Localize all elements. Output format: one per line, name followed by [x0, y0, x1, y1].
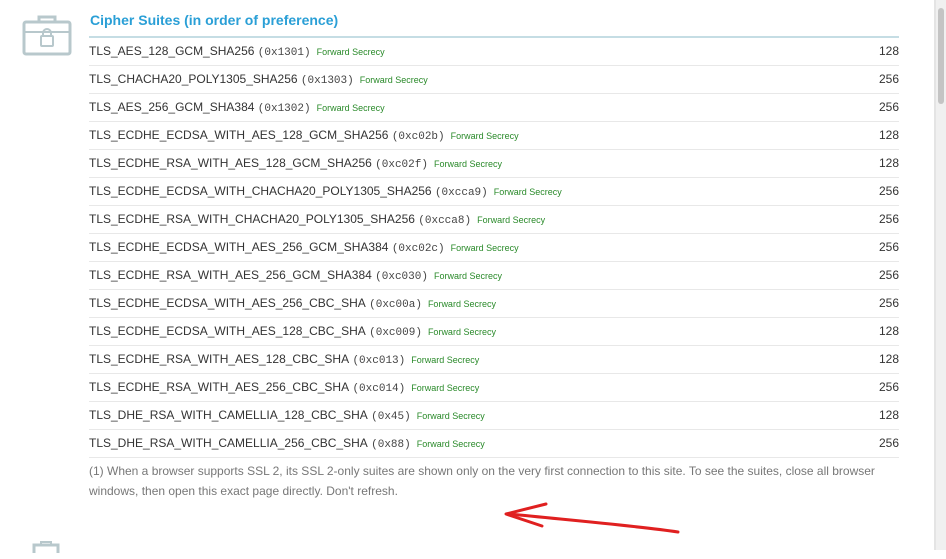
cipher-suite-name: TLS_ECDHE_ECDSA_WITH_CHACHA20_POLY1305_S… — [89, 184, 432, 198]
forward-secrecy-label: Forward Secrecy — [316, 103, 385, 113]
cipher-suite-info: TLS_DHE_RSA_WITH_CAMELLIA_256_CBC_SHA (0… — [89, 436, 485, 451]
forward-secrecy-label: Forward Secrecy — [416, 439, 485, 449]
cipher-suite-info: TLS_CHACHA20_POLY1305_SHA256 (0x1303) For… — [89, 72, 428, 87]
key-bits: 128 — [878, 44, 899, 58]
forward-secrecy-label: Forward Secrecy — [477, 215, 546, 225]
scrollbar-thumb[interactable] — [938, 8, 944, 104]
cipher-suite-name: TLS_ECDHE_ECDSA_WITH_AES_128_GCM_SHA256 — [89, 128, 389, 142]
key-bits: 256 — [878, 100, 899, 114]
cipher-suite-row: TLS_ECDHE_RSA_WITH_AES_128_CBC_SHA (0xc0… — [89, 346, 899, 374]
key-bits: 256 — [878, 184, 899, 198]
forward-secrecy-label: Forward Secrecy — [411, 355, 480, 365]
forward-secrecy-label: Forward Secrecy — [493, 187, 562, 197]
key-bits: 128 — [878, 352, 899, 366]
cipher-suite-list: TLS_AES_128_GCM_SHA256 (0x1301) Forward S… — [89, 38, 899, 458]
cipher-suite-code: (0xc030) — [375, 271, 428, 283]
cipher-suite-info: TLS_AES_256_GCM_SHA384 (0x1302) Forward S… — [89, 100, 385, 115]
cipher-suite-row: TLS_AES_128_GCM_SHA256 (0x1301) Forward S… — [89, 38, 899, 66]
cipher-suite-name: TLS_ECDHE_RSA_WITH_AES_256_GCM_SHA384 — [89, 268, 372, 282]
cipher-suite-info: TLS_ECDHE_ECDSA_WITH_AES_256_GCM_SHA384 … — [89, 240, 519, 255]
forward-secrecy-label: Forward Secrecy — [316, 47, 385, 57]
cipher-suite-info: TLS_ECDHE_RSA_WITH_AES_256_CBC_SHA (0xc0… — [89, 380, 479, 395]
cipher-suite-name: TLS_ECDHE_RSA_WITH_AES_128_CBC_SHA — [89, 352, 350, 366]
cipher-suite-info: TLS_ECDHE_RSA_WITH_AES_256_GCM_SHA384 (0… — [89, 268, 502, 283]
key-bits: 128 — [878, 128, 899, 142]
cipher-suite-code: (0x88) — [371, 439, 411, 451]
locked-briefcase-icon — [22, 15, 72, 56]
cipher-suite-code: (0xc00a) — [369, 299, 422, 311]
key-bits: 256 — [878, 296, 899, 310]
cipher-suite-info: TLS_DHE_RSA_WITH_CAMELLIA_128_CBC_SHA (0… — [89, 408, 485, 423]
cipher-suite-row: TLS_DHE_RSA_WITH_CAMELLIA_128_CBC_SHA (0… — [89, 402, 899, 430]
cipher-suite-row: TLS_ECDHE_RSA_WITH_AES_256_GCM_SHA384 (0… — [89, 262, 899, 290]
cipher-suite-code: (0x1303) — [300, 75, 354, 87]
cipher-suite-row: TLS_ECDHE_RSA_WITH_AES_256_CBC_SHA (0xc0… — [89, 374, 899, 402]
cipher-suite-name: TLS_DHE_RSA_WITH_CAMELLIA_256_CBC_SHA — [89, 436, 368, 450]
cipher-suite-info: TLS_AES_128_GCM_SHA256 (0x1301) Forward S… — [89, 44, 385, 59]
cipher-suite-code: (0xc009) — [369, 327, 422, 339]
cipher-suite-row: TLS_ECDHE_RSA_WITH_AES_128_GCM_SHA256 (0… — [89, 150, 899, 178]
cipher-suite-row: TLS_CHACHA20_POLY1305_SHA256 (0x1303) For… — [89, 66, 899, 94]
cipher-suite-row: TLS_ECDHE_ECDSA_WITH_CHACHA20_POLY1305_S… — [89, 178, 899, 206]
cipher-suite-code: (0xcca9) — [434, 187, 488, 199]
key-bits: 256 — [878, 380, 899, 394]
forward-secrecy-label: Forward Secrecy — [450, 243, 519, 253]
cipher-suite-code: (0xc014) — [352, 383, 406, 395]
footnote: (1) When a browser supports SSL 2, its S… — [89, 464, 875, 498]
cipher-suite-row: TLS_DHE_RSA_WITH_CAMELLIA_256_CBC_SHA (0… — [89, 430, 899, 458]
key-bits: 256 — [878, 72, 899, 86]
key-bits: 128 — [878, 324, 899, 338]
cipher-suite-row: TLS_ECDHE_ECDSA_WITH_AES_128_GCM_SHA256 … — [89, 122, 899, 150]
forward-secrecy-label: Forward Secrecy — [450, 131, 519, 141]
cipher-suite-row: TLS_ECDHE_ECDSA_WITH_AES_256_GCM_SHA384 … — [89, 234, 899, 262]
next-section-icon — [32, 541, 60, 553]
cipher-suite-info: TLS_ECDHE_ECDSA_WITH_AES_128_GCM_SHA256 … — [89, 128, 519, 143]
cipher-suite-row: TLS_ECDHE_ECDSA_WITH_AES_128_CBC_SHA (0x… — [89, 318, 899, 346]
cipher-suite-code: (0x1301) — [257, 47, 311, 59]
cipher-suite-info: TLS_ECDHE_RSA_WITH_CHACHA20_POLY1305_SHA… — [89, 212, 545, 227]
key-bits: 256 — [878, 268, 899, 282]
cipher-suite-name: TLS_AES_128_GCM_SHA256 — [89, 44, 255, 58]
cipher-suite-info: TLS_ECDHE_ECDSA_WITH_AES_128_CBC_SHA (0x… — [89, 324, 496, 339]
cipher-suite-code: (0xc02b) — [391, 131, 445, 143]
key-bits: 128 — [878, 408, 899, 422]
forward-secrecy-label: Forward Secrecy — [411, 383, 480, 393]
cipher-suite-info: TLS_ECDHE_RSA_WITH_AES_128_CBC_SHA (0xc0… — [89, 352, 479, 367]
key-bits: 256 — [878, 240, 899, 254]
cipher-suite-info: TLS_ECDHE_RSA_WITH_AES_128_GCM_SHA256 (0… — [89, 156, 502, 171]
next-section-title-clipped — [90, 543, 94, 559]
cipher-suite-code: (0xcca8) — [418, 215, 472, 227]
cipher-suite-name: TLS_ECDHE_ECDSA_WITH_AES_256_CBC_SHA — [89, 296, 366, 310]
cipher-suite-info: TLS_ECDHE_ECDSA_WITH_AES_256_CBC_SHA (0x… — [89, 296, 496, 311]
cipher-suite-name: TLS_ECDHE_ECDSA_WITH_AES_128_CBC_SHA — [89, 324, 366, 338]
forward-secrecy-label: Forward Secrecy — [433, 271, 502, 281]
key-bits: 128 — [878, 156, 899, 170]
cipher-suite-code: (0xc013) — [352, 355, 406, 367]
cipher-suite-code: (0xc02f) — [375, 159, 428, 171]
cipher-suite-info: TLS_ECDHE_ECDSA_WITH_CHACHA20_POLY1305_S… — [89, 184, 562, 199]
cipher-suites-panel: Cipher Suites (in order of preference) T… — [0, 0, 934, 553]
cipher-suite-row: TLS_ECDHE_RSA_WITH_CHACHA20_POLY1305_SHA… — [89, 206, 899, 234]
key-bits: 256 — [878, 212, 899, 226]
cipher-suite-name: TLS_AES_256_GCM_SHA384 — [89, 100, 255, 114]
forward-secrecy-label: Forward Secrecy — [433, 159, 502, 169]
forward-secrecy-label: Forward Secrecy — [359, 75, 428, 85]
cipher-suite-name: TLS_ECDHE_ECDSA_WITH_AES_256_GCM_SHA384 — [89, 240, 389, 254]
cipher-suite-name: TLS_ECDHE_RSA_WITH_AES_256_CBC_SHA — [89, 380, 350, 394]
forward-secrecy-label: Forward Secrecy — [427, 299, 496, 309]
key-bits: 256 — [878, 436, 899, 450]
cipher-suite-name: TLS_ECDHE_RSA_WITH_AES_128_GCM_SHA256 — [89, 156, 372, 170]
cipher-suite-name: TLS_ECDHE_RSA_WITH_CHACHA20_POLY1305_SHA… — [89, 212, 415, 226]
forward-secrecy-label: Forward Secrecy — [427, 327, 496, 337]
cipher-suite-name: TLS_DHE_RSA_WITH_CAMELLIA_128_CBC_SHA — [89, 408, 368, 422]
section-title: Cipher Suites (in order of preference) — [90, 12, 339, 28]
cipher-suite-row: TLS_AES_256_GCM_SHA384 (0x1302) Forward S… — [89, 94, 899, 122]
forward-secrecy-label: Forward Secrecy — [416, 411, 485, 421]
cipher-suite-code: (0xc02c) — [391, 243, 445, 255]
cipher-suite-row: TLS_ECDHE_ECDSA_WITH_AES_256_CBC_SHA (0x… — [89, 290, 899, 318]
cipher-suite-code: (0x1302) — [257, 103, 311, 115]
cipher-suite-name: TLS_CHACHA20_POLY1305_SHA256 — [89, 72, 298, 86]
cipher-suite-code: (0x45) — [371, 411, 411, 423]
red-arrow-annotation — [504, 502, 680, 534]
